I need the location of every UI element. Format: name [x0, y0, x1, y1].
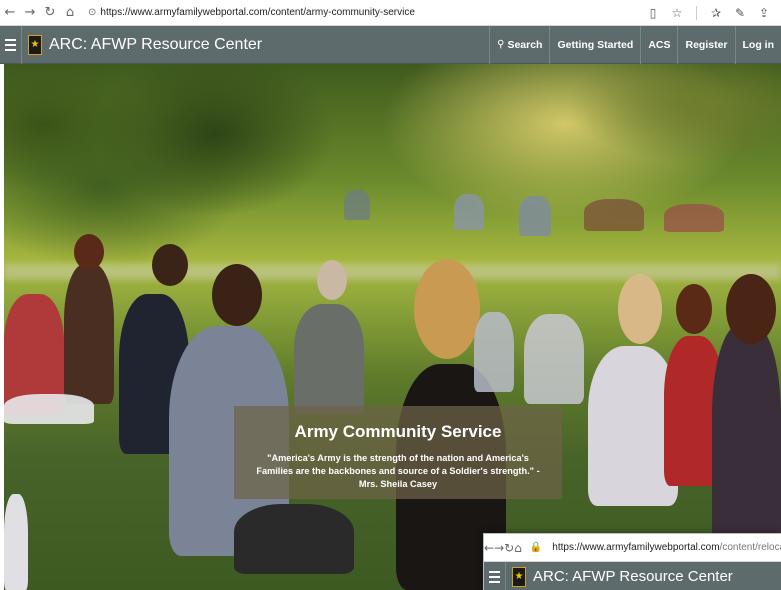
menu-icon[interactable]: [484, 562, 506, 590]
nav-register[interactable]: Register: [677, 25, 734, 64]
crowd-head: [152, 244, 188, 286]
nav-login[interactable]: Log in: [734, 25, 781, 64]
crowd-figure: [519, 196, 551, 236]
hero-path: [4, 264, 781, 280]
crowd-figure: [584, 199, 644, 231]
crowd-figure: [712, 324, 781, 554]
crowd-head: [212, 264, 262, 326]
favorite-star-icon[interactable]: ☆: [668, 4, 686, 22]
pen-icon[interactable]: ✎: [731, 4, 749, 22]
reading-view-icon[interactable]: ▯: [644, 4, 662, 22]
crowd-figure: [234, 504, 354, 574]
second-window-toolbar: ← → ↻ ⌂ 🔒 https://www.armyfamilywebporta…: [484, 534, 781, 562]
nav-search[interactable]: ⚲ Search: [489, 25, 549, 64]
crowd-figure: [474, 312, 514, 392]
site-title[interactable]: ARC: AFWP Resource Center: [49, 36, 262, 54]
nav-getting-started[interactable]: Getting Started: [549, 25, 640, 64]
hero-heading: Army Community Service: [294, 422, 502, 441]
refresh-icon[interactable]: ↻: [40, 2, 60, 24]
second-browser-window[interactable]: ← → ↻ ⌂ 🔒 https://www.armyfamilywebporta…: [483, 533, 781, 590]
back-icon[interactable]: ←: [0, 2, 20, 24]
home-icon[interactable]: ⌂: [514, 537, 522, 559]
forward-icon[interactable]: →: [20, 2, 40, 24]
hero-banner: Army Community Service "America's Army i…: [4, 64, 781, 590]
crowd-figure: [344, 190, 370, 220]
home-icon[interactable]: ⌂: [60, 2, 80, 24]
forward-icon[interactable]: →: [494, 537, 504, 559]
hero-trees: [4, 64, 781, 214]
address-bar[interactable]: ⊙ https://www.armyfamilywebportal.com/co…: [88, 3, 644, 23]
search-icon: ⚲: [497, 39, 505, 50]
crowd-head: [414, 259, 480, 359]
toolbar-divider: [696, 5, 697, 20]
army-star-logo[interactable]: ★: [512, 566, 526, 587]
crowd-figure: [4, 494, 28, 590]
refresh-icon[interactable]: ↻: [504, 537, 514, 559]
crowd-head: [726, 274, 776, 344]
second-site-header: ★ ARC: AFWP Resource Center: [484, 562, 781, 590]
crowd-figure: [664, 204, 724, 232]
menu-icon[interactable]: [0, 25, 22, 64]
crowd-figure: [64, 264, 114, 404]
hero-quote: "America's Army is the strength of the n…: [256, 453, 540, 489]
crowd-figure: [524, 314, 584, 404]
crowd-figure: [454, 194, 484, 230]
nav-search-label: Search: [507, 38, 543, 51]
browser-toolbar: ← → ↻ ⌂ ⊙ https://www.armyfamilywebporta…: [0, 0, 781, 26]
nav-acs[interactable]: ACS: [640, 25, 677, 64]
army-star-logo[interactable]: ★: [28, 34, 42, 55]
lock-icon: 🔒: [529, 542, 543, 553]
second-url-text[interactable]: https://www.armyfamilywebportal.com/cont…: [552, 542, 781, 553]
favorites-hub-icon[interactable]: ✰: [707, 4, 725, 22]
url-text[interactable]: https://www.armyfamilywebportal.com/cont…: [100, 7, 415, 18]
second-site-title[interactable]: ARC: AFWP Resource Center: [533, 568, 733, 585]
crowd-head: [676, 284, 712, 334]
hero-caption: Army Community Service "America's Army i…: [234, 406, 562, 499]
crowd-head: [74, 234, 104, 270]
site-nav: ⚲ Search Getting Started ACS Register Lo…: [489, 25, 781, 64]
second-url-path: /content/relocation-readiness: [719, 542, 781, 553]
site-header: ★ ARC: AFWP Resource Center ⚲ Search Get…: [0, 25, 781, 64]
share-icon[interactable]: ⇪: [755, 4, 773, 22]
lock-icon: ⊙: [88, 7, 97, 18]
crowd-figure: [294, 304, 364, 414]
back-icon[interactable]: ←: [484, 537, 494, 559]
crowd-figure: [4, 394, 94, 424]
crowd-head: [618, 274, 662, 344]
second-url-host: https://www.armyfamilywebportal.com: [552, 542, 720, 553]
crowd-head: [317, 260, 347, 300]
